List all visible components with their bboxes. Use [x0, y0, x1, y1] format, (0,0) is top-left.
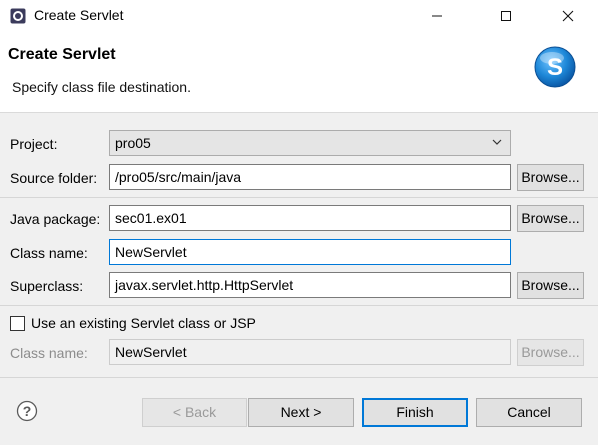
back-button[interactable]: < Back: [142, 398, 247, 427]
svg-text:?: ?: [23, 403, 32, 419]
superclass-browse-button[interactable]: Browse...: [517, 272, 584, 299]
help-icon[interactable]: ?: [16, 400, 38, 422]
class-name-label: Class name:: [10, 245, 88, 261]
servlet-wizard-logo-icon: S: [534, 46, 576, 88]
separator: [0, 377, 598, 378]
next-button[interactable]: Next >: [248, 398, 354, 427]
project-label: Project:: [10, 136, 58, 152]
existing-class-field: NewServlet: [109, 339, 511, 365]
superclass-field[interactable]: javax.servlet.http.HttpServlet: [109, 272, 511, 298]
maximize-button[interactable]: [483, 0, 529, 31]
java-package-label: Java package:: [10, 211, 101, 227]
source-folder-browse-button[interactable]: Browse...: [517, 164, 584, 191]
existing-class-label: Class name:: [10, 345, 88, 361]
close-icon: [562, 10, 574, 21]
class-name-field[interactable]: NewServlet: [109, 239, 511, 265]
java-package-browse-button[interactable]: Browse...: [517, 205, 584, 232]
minimize-button[interactable]: [414, 0, 460, 31]
cancel-button[interactable]: Cancel: [476, 398, 582, 427]
source-folder-label: Source folder:: [10, 170, 98, 186]
use-existing-checkbox[interactable]: [10, 316, 25, 331]
project-value: pro05: [115, 135, 151, 151]
logo-letter: S: [547, 54, 563, 81]
separator: [0, 305, 598, 306]
java-package-field[interactable]: sec01.ex01: [109, 205, 511, 231]
wizard-title: Create Servlet: [8, 46, 116, 63]
wizard-description: Specify class file destination.: [12, 79, 191, 95]
existing-class-browse-button: Browse...: [517, 339, 584, 366]
minimize-icon: [432, 15, 442, 16]
eclipse-icon: [10, 8, 26, 24]
finish-button[interactable]: Finish: [362, 398, 468, 427]
separator: [0, 197, 598, 198]
maximize-icon: [501, 10, 511, 21]
title-bar: Create Servlet: [0, 0, 598, 31]
source-folder-field[interactable]: /pro05/src/main/java: [109, 164, 511, 190]
chevron-down-icon: [492, 139, 502, 145]
wizard-header: Create Servlet Specify class file destin…: [0, 31, 598, 113]
project-combo[interactable]: pro05: [109, 130, 511, 156]
close-button[interactable]: [545, 0, 591, 31]
window-title: Create Servlet: [34, 7, 124, 23]
use-existing-label[interactable]: Use an existing Servlet class or JSP: [31, 315, 256, 331]
superclass-label: Superclass:: [10, 278, 84, 294]
